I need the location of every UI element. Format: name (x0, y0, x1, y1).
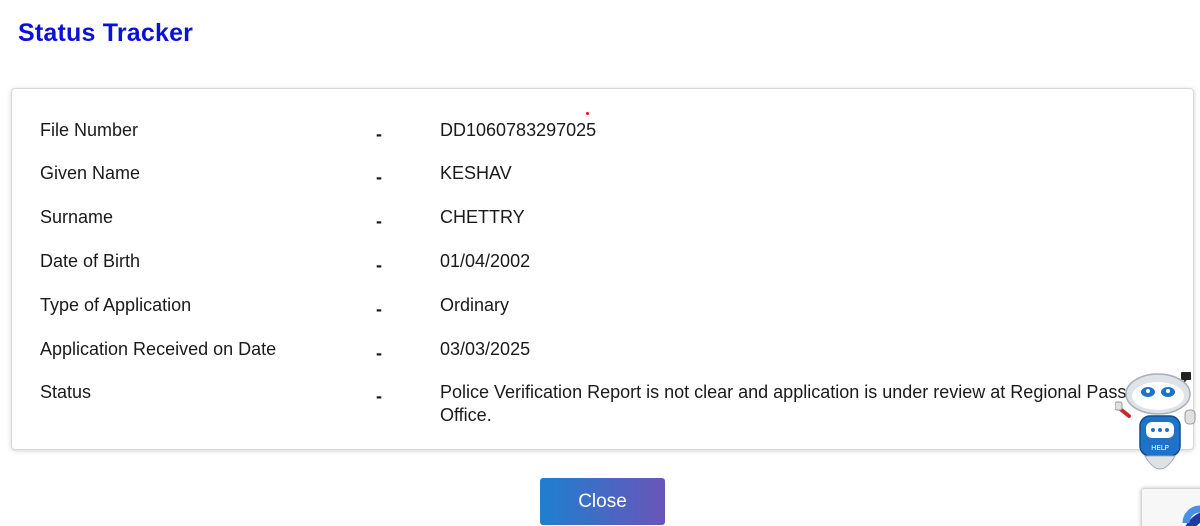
page-title: Status Tracker (18, 19, 194, 47)
status-value: Police Verification Report is not clear … (440, 382, 1158, 425)
detail-label: Status (40, 382, 92, 402)
detail-label: Date of Birth (40, 251, 141, 271)
detail-separator: - (376, 343, 382, 363)
detail-value: KESHAV (440, 163, 512, 183)
recaptcha-badge[interactable] (1141, 488, 1200, 526)
detail-value: Ordinary (440, 295, 510, 315)
detail-label: Surname (40, 207, 114, 227)
svg-text:HELP: HELP (1151, 444, 1169, 452)
detail-label: Type of Application (40, 295, 192, 315)
detail-separator: - (376, 386, 382, 406)
recaptcha-icon (1182, 505, 1200, 526)
detail-label: File Number (40, 120, 139, 140)
status-tracker-page: Status Tracker File Number - DD106078329… (0, 0, 1200, 526)
status-details-card: File Number - DD1060783297025 Given Name… (11, 88, 1194, 450)
detail-separator: - (376, 299, 382, 319)
marker-dot (586, 112, 589, 115)
detail-label: Given Name (40, 163, 141, 183)
detail-value: 03/03/2025 (440, 339, 531, 359)
detail-value: CHETTRY (440, 207, 525, 227)
detail-separator: - (376, 124, 382, 144)
detail-separator: - (376, 211, 382, 231)
detail-separator: - (376, 167, 382, 187)
detail-label: Application Received on Date (40, 339, 277, 359)
detail-value: 01/04/2002 (440, 251, 531, 271)
close-button[interactable]: Close (540, 478, 665, 525)
detail-value: DD1060783297025 (440, 120, 597, 140)
detail-separator: - (376, 255, 382, 275)
help-chatbot-widget[interactable]: HELP (1114, 372, 1200, 482)
robot-icon: HELP (1114, 372, 1196, 470)
